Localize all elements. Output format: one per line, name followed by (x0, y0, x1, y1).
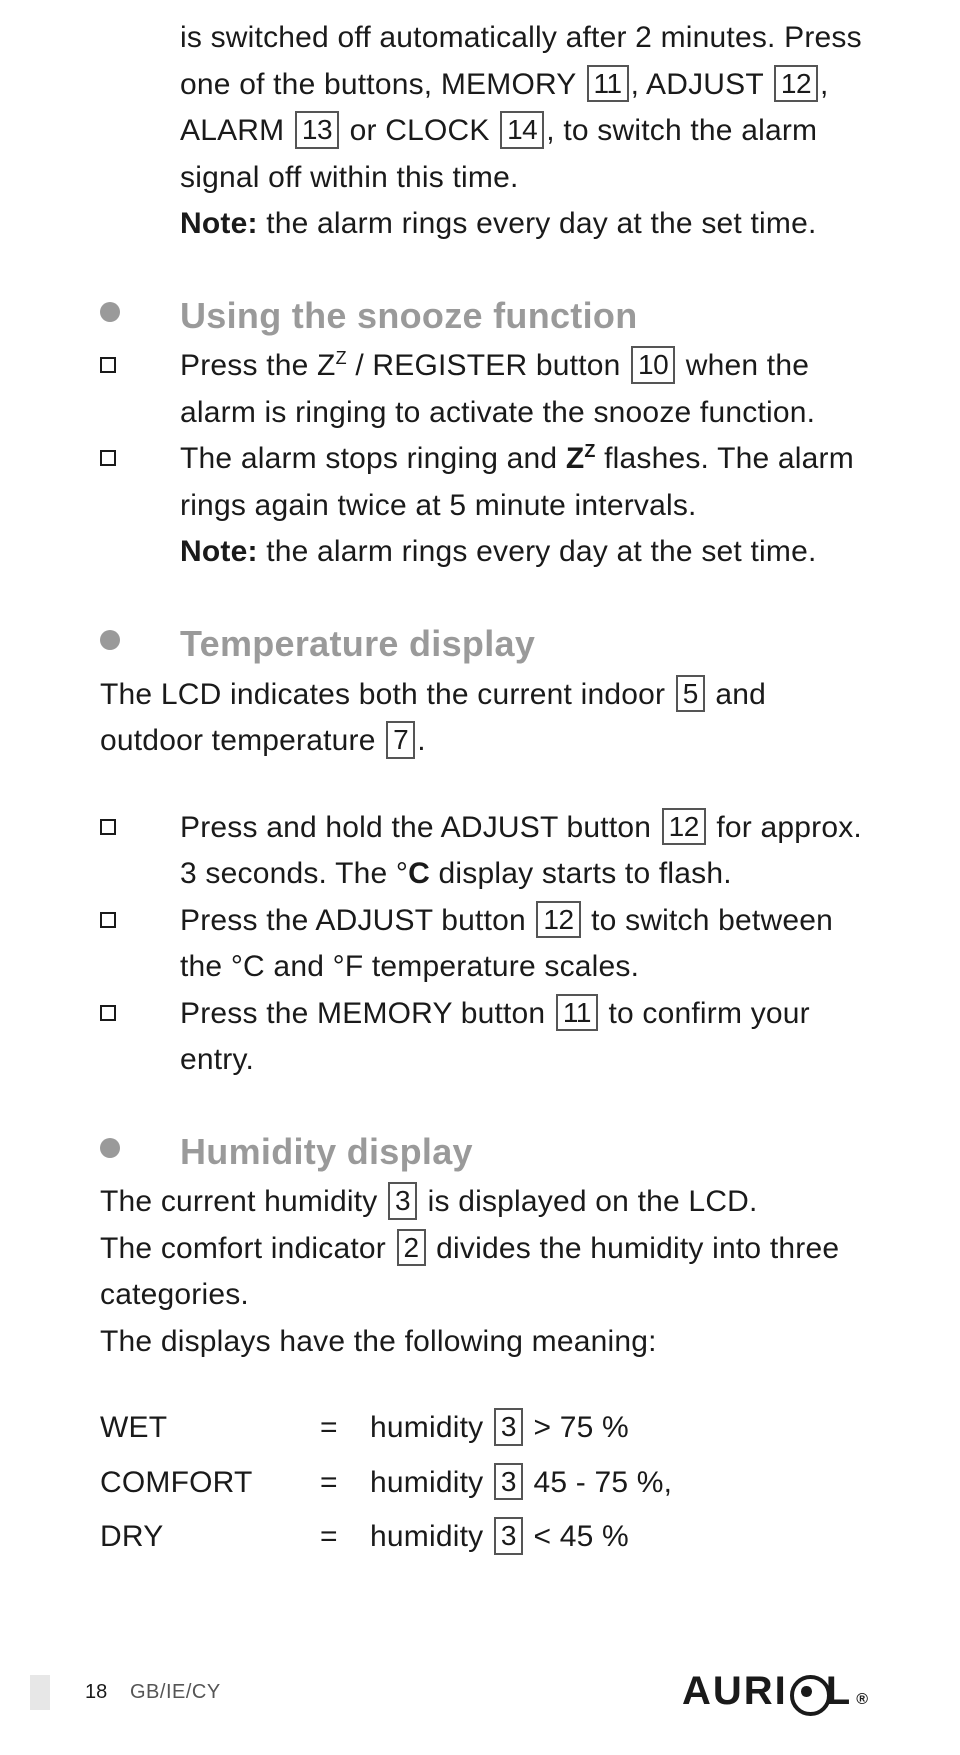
hum-label-comfort: COMFORT (100, 1460, 320, 1507)
section-hum-heading-row: Humidity display (100, 1124, 870, 1180)
temp-intro: The LCD indicates both the current indoo… (100, 672, 870, 765)
edge-tab-icon (30, 1675, 50, 1710)
equals: = (320, 1405, 370, 1452)
note-label: Note: (180, 207, 258, 240)
ref-badge-3: 3 (494, 1408, 523, 1446)
section-heading-snooze: Using the snooze function (180, 295, 637, 336)
ref-badge-13: 13 (295, 111, 339, 149)
note-label: Note: (180, 535, 258, 568)
snooze-item-2: The alarm stops ringing and ZZ flashes. … (100, 436, 870, 576)
ref-badge-12: 12 (774, 65, 818, 103)
degree: ° (396, 857, 408, 890)
page-footer: 18 GB/IE/CY AURIL® (0, 1670, 960, 1710)
ref-badge-10: 10 (631, 346, 675, 384)
zz-symbol: ZZ (566, 442, 596, 475)
ref-badge-12: 12 (662, 808, 706, 846)
humidity-table: WET = humidity 3 > 75 % COMFORT = humidi… (100, 1405, 870, 1561)
temp-item-1: Press and hold the ADJUST button 12 for … (100, 805, 870, 898)
equals: = (320, 1514, 370, 1561)
text: Press the ADJUST button (180, 904, 534, 937)
content: is switched off automatically after 2 mi… (100, 15, 870, 1561)
page-number: 18 (85, 1681, 107, 1704)
hum-value-wet: humidity 3 > 75 % (370, 1405, 870, 1452)
text: The comfort indicator (100, 1232, 395, 1265)
brand-logo: AURIL® (682, 1669, 870, 1714)
ref-badge-3: 3 (494, 1517, 523, 1555)
section-heading-humidity: Humidity display (180, 1131, 473, 1172)
section-bullet-icon (100, 630, 120, 650)
text: Press and hold the ADJUST button (180, 811, 660, 844)
section-bullet-icon (100, 1138, 120, 1158)
registered-icon: ® (856, 1691, 870, 1709)
snooze-item-1: Press the ZZ / REGISTER button 10 when t… (100, 343, 870, 436)
section-snooze-heading-row: Using the snooze function (100, 288, 870, 344)
text: / REGISTER button (347, 349, 629, 382)
hum-value-dry: humidity 3 < 45 % (370, 1514, 870, 1561)
text: The displays have the following meaning: (100, 1325, 657, 1358)
text: The LCD indicates both the current indoo… (100, 678, 674, 711)
hum-label-dry: DRY (100, 1514, 320, 1561)
note-text: the alarm rings every day at the set tim… (258, 207, 817, 240)
text: Press the Z (180, 349, 336, 382)
ref-badge-5: 5 (676, 675, 705, 713)
text: . (417, 724, 426, 757)
superscript: Z (336, 348, 347, 368)
text: display starts to flash. (430, 857, 732, 890)
text: The alarm stops ringing and (180, 442, 566, 475)
hum-label-wet: WET (100, 1405, 320, 1452)
text: , ADJUST (631, 68, 772, 101)
list-bullet-icon (100, 912, 116, 928)
ref-badge-2: 2 (397, 1229, 426, 1267)
list-bullet-icon (100, 819, 116, 835)
ref-badge-3: 3 (494, 1463, 523, 1501)
temp-item-2: Press the ADJUST button 12 to switch bet… (100, 898, 870, 991)
ref-badge-14: 14 (500, 111, 544, 149)
intro-paragraph: is switched off automatically after 2 mi… (100, 15, 870, 248)
ref-badge-12: 12 (536, 901, 580, 939)
ref-badge-11: 11 (587, 65, 629, 103)
section-temp-heading-row: Temperature display (100, 616, 870, 672)
list-bullet-icon (100, 357, 116, 373)
section-heading-temperature: Temperature display (180, 623, 535, 664)
unit-c: C (408, 857, 430, 890)
ref-badge-3: 3 (388, 1182, 417, 1220)
text: is displayed on the LCD. (419, 1185, 758, 1218)
language-code: GB/IE/CY (130, 1681, 221, 1704)
text: The current humidity (100, 1185, 386, 1218)
hum-value-comfort: humidity 3 45 - 75 %, (370, 1460, 870, 1507)
brand-text: AURI (682, 1669, 788, 1714)
text: Press the MEMORY button (180, 997, 554, 1030)
ref-badge-7: 7 (386, 721, 415, 759)
list-bullet-icon (100, 450, 116, 466)
equals: = (320, 1460, 370, 1507)
temp-item-3: Press the MEMORY button 11 to confirm yo… (100, 991, 870, 1084)
hum-paragraph: The current humidity 3 is displayed on t… (100, 1179, 870, 1365)
text: or CLOCK (341, 114, 498, 147)
note-text: the alarm rings every day at the set tim… (258, 535, 817, 568)
manual-page: is switched off automatically after 2 mi… (0, 0, 960, 1755)
ref-badge-11: 11 (556, 994, 598, 1032)
section-bullet-icon (100, 302, 120, 322)
list-bullet-icon (100, 1005, 116, 1021)
